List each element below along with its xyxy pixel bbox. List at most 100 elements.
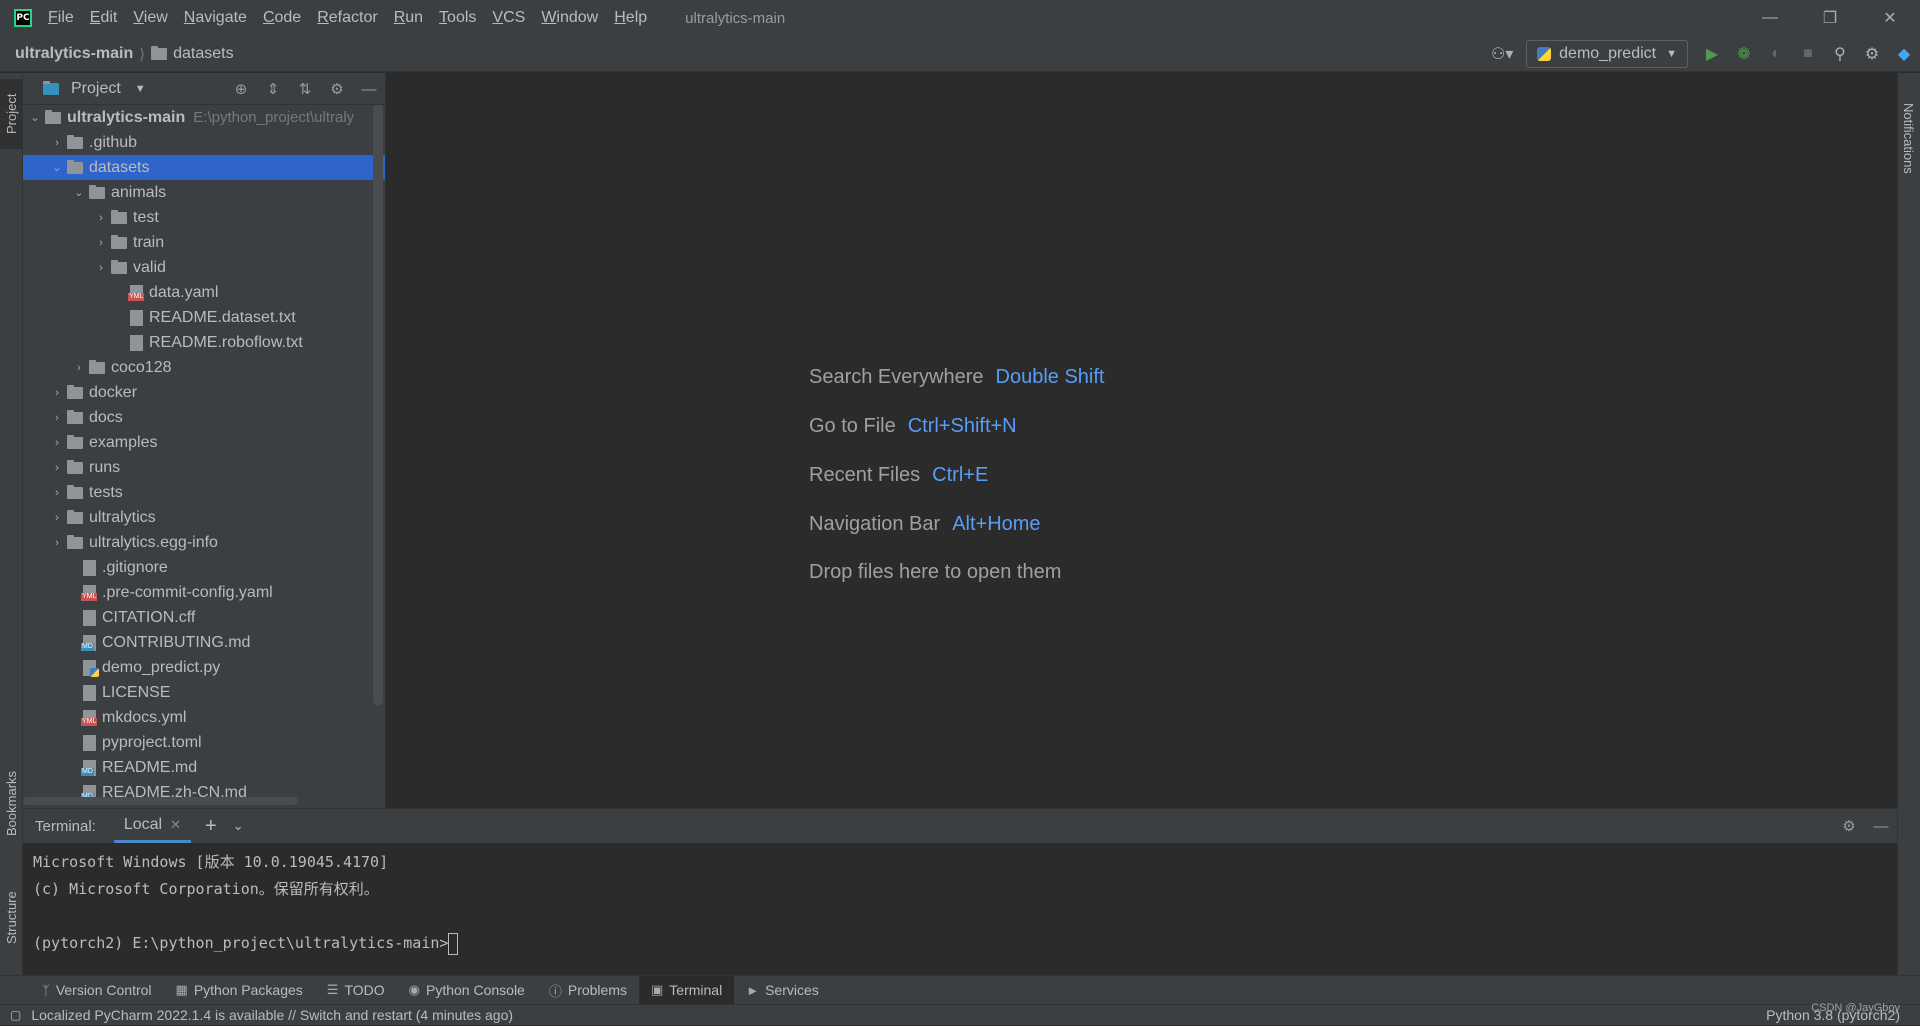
tree-item-data-yaml[interactable]: data.yaml [23, 280, 385, 305]
chevron-down-icon[interactable]: ⌄ [47, 161, 67, 174]
tree-item-animals[interactable]: ⌄ animals [23, 180, 385, 205]
breadcrumb-root[interactable]: ultralytics-main [15, 45, 133, 63]
tree-item-demo-predict[interactable]: demo_predict.py [23, 655, 385, 680]
gear-icon[interactable]: ⚙ [1833, 817, 1865, 835]
tab-services[interactable]: ► Services [734, 976, 831, 1005]
tree-item-pyproject[interactable]: pyproject.toml [23, 730, 385, 755]
tab-python-packages[interactable]: ▦ Python Packages [164, 976, 315, 1005]
tab-python-console[interactable]: ◉ Python Console [397, 976, 537, 1005]
project-panel-title[interactable]: Project [71, 80, 121, 98]
menu-code[interactable]: Code [255, 0, 309, 36]
tree-item-github[interactable]: › .github [23, 130, 385, 155]
hide-panel-icon[interactable]: — [353, 81, 385, 98]
tree-item-test[interactable]: › test [23, 205, 385, 230]
notifications-tool-tab[interactable]: Notifications [1897, 83, 1920, 193]
chevron-right-icon[interactable]: › [69, 362, 89, 374]
settings-gear-icon[interactable]: ⚙ [1856, 36, 1888, 72]
tree-item-readme-roboflow[interactable]: README.roboflow.txt [23, 330, 385, 355]
chevron-right-icon[interactable]: › [47, 437, 67, 449]
tree-item-label: data.yaml [149, 283, 219, 301]
chevron-right-icon[interactable]: › [91, 237, 111, 249]
terminal-tab-local[interactable]: Local ✕ [113, 809, 192, 843]
menu-tools[interactable]: Tools [431, 0, 484, 36]
tree-item-runs[interactable]: › runs [23, 455, 385, 480]
chevron-right-icon[interactable]: › [91, 262, 111, 274]
layout-toggle-icon[interactable]: ▢ [10, 1008, 21, 1022]
collapse-all-icon[interactable]: ⇅ [289, 80, 321, 98]
run-config-selector[interactable]: demo_predict ▼ [1526, 40, 1688, 68]
tab-todo[interactable]: ☰ TODO [315, 976, 397, 1005]
restore-icon[interactable]: ❐ [1800, 0, 1860, 36]
menu-help[interactable]: Help [606, 0, 655, 36]
tree-horizontal-scrollbar[interactable] [23, 797, 298, 805]
tree-item-egg-info[interactable]: › ultralytics.egg-info [23, 530, 385, 555]
tree-item-tests[interactable]: › tests [23, 480, 385, 505]
tab-terminal[interactable]: ▣ Terminal [639, 975, 735, 1005]
add-tab-icon[interactable]: + [205, 815, 217, 838]
coverage-icon[interactable]: ◐ [1760, 36, 1792, 72]
chevron-right-icon[interactable]: › [47, 387, 67, 399]
chevron-down-icon[interactable]: ⌄ [25, 111, 45, 124]
tree-item-license[interactable]: LICENSE [23, 680, 385, 705]
tree-vertical-scrollbar[interactable] [373, 105, 383, 705]
close-icon[interactable]: ✕ [1860, 0, 1920, 36]
user-account-icon[interactable]: ⚇▾ [1486, 36, 1518, 72]
chevron-right-icon[interactable]: › [47, 412, 67, 424]
chevron-down-icon[interactable]: ⌄ [69, 186, 89, 199]
bottom-tool-tabs: ᛉ Version Control ▦ Python Packages ☰ TODO … [0, 975, 1920, 1005]
tree-item-pre-commit[interactable]: .pre-commit-config.yaml [23, 580, 385, 605]
bookmarks-tool-tab[interactable]: Bookmarks [0, 758, 23, 848]
tree-root[interactable]: ⌄ ultralytics-main E:\python_project\ult… [23, 105, 385, 130]
menu-view[interactable]: View [125, 0, 175, 36]
tree-item-readme-dataset[interactable]: README.dataset.txt [23, 305, 385, 330]
project-tool-tab[interactable]: Project [0, 79, 23, 149]
tree-item-coco128[interactable]: › coco128 [23, 355, 385, 380]
menu-file[interactable]: File [40, 0, 82, 36]
tree-item-citation[interactable]: CITATION.cff [23, 605, 385, 630]
chevron-right-icon[interactable]: › [47, 137, 67, 149]
tab-problems[interactable]: ⓘ Problems [537, 976, 639, 1005]
chevron-right-icon[interactable]: › [47, 487, 67, 499]
tree-item-examples[interactable]: › examples [23, 430, 385, 455]
plugin-logo-icon[interactable]: ◆ [1888, 36, 1920, 72]
tree-item-readme[interactable]: README.md [23, 755, 385, 780]
close-tab-icon[interactable]: ✕ [170, 817, 181, 833]
minimize-icon[interactable]: — [1740, 0, 1800, 36]
tree-item-contributing[interactable]: CONTRIBUTING.md [23, 630, 385, 655]
menu-navigate[interactable]: Navigate [176, 0, 255, 36]
search-icon[interactable]: ⚲ [1824, 36, 1856, 72]
chevron-right-icon[interactable]: › [47, 512, 67, 524]
menu-edit[interactable]: Edit [82, 0, 126, 36]
chevron-down-icon[interactable]: ▼ [135, 83, 146, 95]
menu-refactor[interactable]: Refactor [309, 0, 385, 36]
structure-tool-tab[interactable]: Structure [0, 873, 23, 963]
tree-item-docs[interactable]: › docs [23, 405, 385, 430]
stop-icon[interactable]: ■ [1792, 36, 1824, 72]
tree-item-train[interactable]: › train [23, 230, 385, 255]
tree-item-mkdocs[interactable]: mkdocs.yml [23, 705, 385, 730]
tree-item-docker[interactable]: › docker [23, 380, 385, 405]
status-message[interactable]: Localized PyCharm 2022.1.4 is available … [31, 1007, 513, 1023]
tree-item-gitignore[interactable]: .gitignore [23, 555, 385, 580]
hide-panel-icon[interactable]: — [1865, 818, 1897, 835]
chevron-right-icon[interactable]: › [47, 462, 67, 474]
debug-icon[interactable]: ❁ [1728, 36, 1760, 72]
tree-item-ultralytics[interactable]: › ultralytics [23, 505, 385, 530]
tree-item-datasets[interactable]: ⌄ datasets [23, 155, 385, 180]
gear-icon[interactable]: ⚙ [321, 80, 353, 98]
menu-vcs[interactable]: VCS [484, 0, 533, 36]
chevron-right-icon[interactable]: › [91, 212, 111, 224]
expand-all-icon[interactable]: ⇕ [257, 80, 289, 98]
tab-version-control[interactable]: ᛉ Version Control [30, 976, 164, 1005]
chevron-right-icon[interactable]: › [47, 537, 67, 549]
menu-run[interactable]: Run [386, 0, 431, 36]
menu-window[interactable]: Window [533, 0, 606, 36]
tree-item-valid[interactable]: › valid [23, 255, 385, 280]
tab-label: Problems [567, 982, 627, 998]
run-icon[interactable]: ▶ [1696, 36, 1728, 72]
terminal-output[interactable]: Microsoft Windows [版本 10.0.19045.4170] (… [23, 843, 1897, 957]
breadcrumb-current[interactable]: datasets [151, 45, 234, 63]
chevron-down-icon[interactable]: ⌄ [233, 818, 244, 834]
terminal-prompt-line[interactable]: (pytorch2) E:\python_project\ultralytics… [33, 930, 1887, 957]
locate-icon[interactable]: ⊕ [225, 80, 257, 98]
